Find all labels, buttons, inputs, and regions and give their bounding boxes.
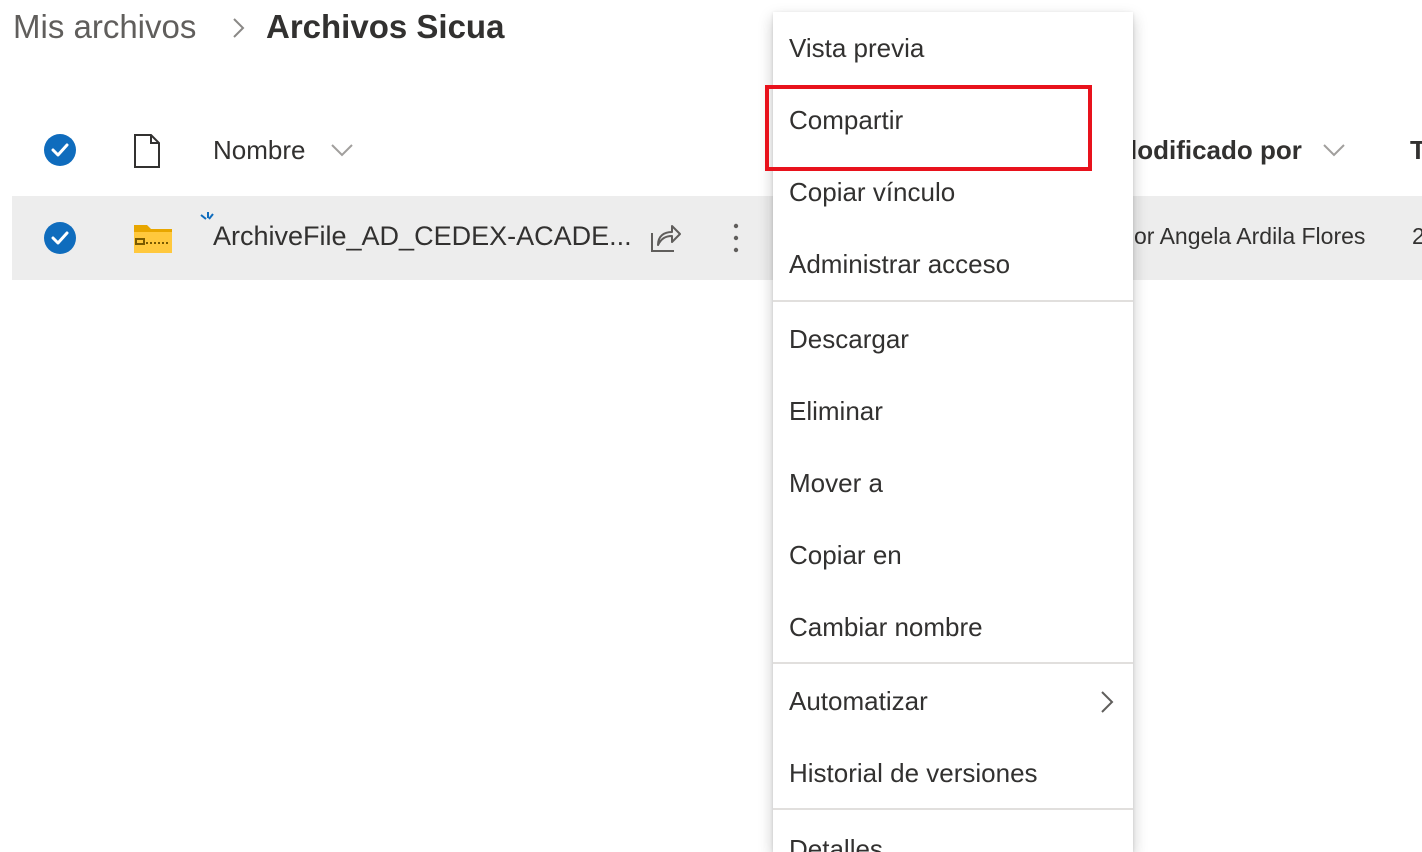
menu-item-eliminar[interactable]: Eliminar <box>773 375 1133 447</box>
row-checkmark-icon[interactable] <box>44 222 76 254</box>
menu-divider <box>773 300 1133 302</box>
column-header-clipped[interactable]: T <box>1410 135 1422 166</box>
menu-item-copiar-en[interactable]: Copiar en <box>773 519 1133 591</box>
menu-item-vista-previa[interactable]: Vista previa <box>773 12 1133 84</box>
menu-item-detalles[interactable]: Detalles <box>773 830 1133 852</box>
menu-item-administrar-acceso[interactable]: Administrar acceso <box>773 228 1133 300</box>
zip-folder-icon <box>134 225 172 253</box>
menu-item-mover-a[interactable]: Mover a <box>773 447 1133 519</box>
chevron-right-icon <box>233 18 245 38</box>
menu-item-historial-de-versiones[interactable]: Historial de versiones <box>773 737 1133 809</box>
menu-item-automatizar[interactable]: Automatizar <box>773 665 1133 737</box>
menu-divider <box>773 808 1133 810</box>
menu-item-cambiar-nombre[interactable]: Cambiar nombre <box>773 591 1133 663</box>
select-all-checkmark-icon[interactable] <box>44 134 76 166</box>
chevron-down-icon[interactable] <box>330 141 354 159</box>
more-vertical-icon[interactable] <box>724 221 748 255</box>
column-header-modified-by[interactable]: lodificado por <box>1130 135 1302 166</box>
menu-item-descargar[interactable]: Descargar <box>773 303 1133 375</box>
clipped-cell: 2 <box>1412 223 1422 249</box>
breadcrumb-parent[interactable]: Mis archivos <box>13 8 196 46</box>
context-menu: Vista previa Compartir Copiar vínculo Ad… <box>765 12 1133 852</box>
column-header-name[interactable]: Nombre <box>213 135 305 166</box>
menu-divider <box>773 662 1133 664</box>
breadcrumb-current: Archivos Sicua <box>266 8 505 45</box>
share-icon[interactable] <box>648 221 682 255</box>
file-name-link[interactable]: ArchiveFile_AD_CEDEX-ACADE... <box>213 221 632 252</box>
modified-by-cell: or Angela Ardila Flores <box>1134 223 1366 249</box>
chevron-right-icon <box>1101 691 1114 713</box>
chevron-down-icon[interactable] <box>1322 141 1346 159</box>
menu-item-label: Automatizar <box>789 685 928 716</box>
highlight-annotation-box <box>765 85 1092 171</box>
document-icon[interactable] <box>132 133 162 169</box>
